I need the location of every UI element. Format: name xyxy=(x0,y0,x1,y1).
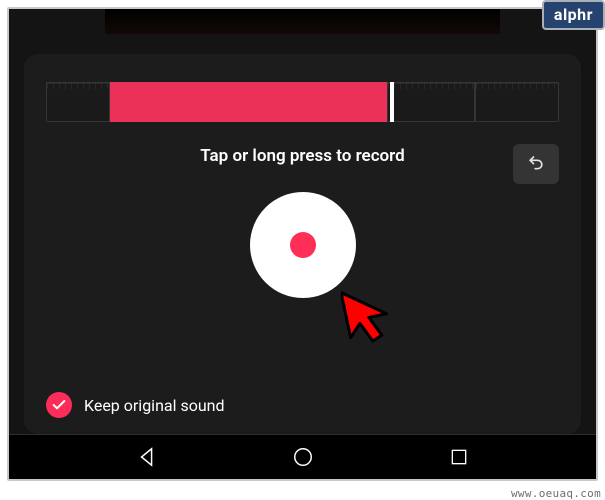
watermark-text: www.oeuaq.com xyxy=(511,487,601,500)
record-timeline[interactable] xyxy=(46,82,559,122)
alphr-badge: alphr xyxy=(542,0,605,30)
timeline-playhead[interactable] xyxy=(390,82,394,122)
nav-back-button[interactable] xyxy=(136,446,158,468)
keep-sound-toggle[interactable]: Keep original sound xyxy=(46,392,225,418)
nav-home-button[interactable] xyxy=(292,446,314,468)
video-thumbnail-peek xyxy=(105,9,500,34)
keep-sound-label: Keep original sound xyxy=(84,396,225,415)
record-button[interactable] xyxy=(250,192,356,298)
app-frame: Tap or long press to record xyxy=(7,7,598,481)
record-instruction-text: Tap or long press to record xyxy=(200,146,404,166)
undo-button[interactable] xyxy=(513,144,559,184)
checkbox-checked-icon xyxy=(46,392,72,418)
timeline-segment xyxy=(46,82,110,122)
timeline-segment xyxy=(475,82,559,122)
android-nav-bar xyxy=(9,434,596,479)
timeline-segment xyxy=(387,82,475,122)
record-dot-icon xyxy=(290,232,316,258)
undo-icon xyxy=(526,152,546,176)
record-panel: Tap or long press to record xyxy=(24,54,581,434)
nav-recents-button[interactable] xyxy=(449,447,469,467)
timeline-recorded-fill xyxy=(110,82,387,122)
